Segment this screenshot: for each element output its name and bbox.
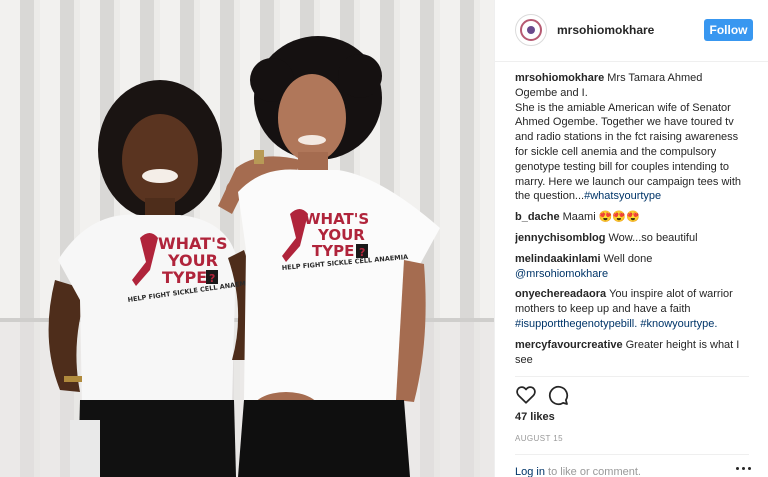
post-header: mrsohiomokhare Follow [495,0,768,62]
likes-count[interactable]: 47 likes [515,411,555,423]
divider [515,454,749,455]
caption-username[interactable]: mrsohiomokhare [515,72,604,84]
comment-username[interactable]: melindaakinlami [515,253,601,265]
comment-hashtags[interactable]: #isupportthegenotypebill. #knowyourtype. [515,317,753,332]
caption-line: marry. Here we launch our campaign tees … [515,175,742,188]
list-item: jennychisomblog Wow...so beautiful [515,231,753,246]
avatar-dot [527,26,535,34]
list-item: onyechereadaora You inspire alot of warri… [515,287,753,331]
photo-illustration: WHAT'S YOUR TYPE ? HELP FIGHT SICKLE CEL… [0,36,494,477]
list-item: mercyfavourcreative Greater height is wha… [515,338,753,368]
post-side-panel: mrsohiomokhare Follow mrsohiomokhare Mrs … [494,0,768,477]
comment-text: Well done [603,252,653,265]
caption-line: She is the amiable American wife of Sena… [515,101,731,114]
comments-list: mrsohiomokhare Mrs Tamara Ahmed Ogembe an… [515,71,753,371]
list-item: b_dache Maami 😍😍😍 [515,210,753,225]
comment-text: Maami 😍😍😍 [562,211,640,224]
caption-line: Ogembe and I. [515,86,588,99]
comment-text: Wow...so beautiful [608,231,698,244]
caption-hashtag[interactable]: #whatsyourtype [584,190,661,202]
caption-line: genotype testing bill for couples intend… [515,160,730,173]
comment-mention[interactable]: @mrsohiomokhare [515,267,753,282]
caption-line: Ahmed Ogembe. Together we have toured tv [515,116,734,129]
caption-line: and radio stations in the fct raising aw… [515,131,739,144]
comment-username[interactable]: jennychisomblog [515,232,605,244]
list-item: melindaakinlami Well done @mrsohiomokhare [515,252,753,282]
caption-line: the question... [515,190,585,203]
more-options-icon[interactable] [735,462,753,474]
comment-text: You inspire alot of warrior [609,288,733,301]
comment-text: mothers to keep up and have a faith [515,303,691,316]
caption-line: Mrs Tamara Ahmed [607,72,703,84]
footer-text: to like or comment. [544,466,641,477]
left-tee-line3: TYPE [162,268,207,287]
comment-text: see [515,353,533,366]
comment-username[interactable]: mercyfavourcreative [515,339,623,351]
heart-icon[interactable] [515,384,539,408]
comment-username[interactable]: onyechereadaora [515,288,606,300]
caption: mrsohiomokhare Mrs Tamara Ahmed Ogembe an… [515,71,753,204]
comment-username[interactable]: b_dache [515,211,560,223]
follow-button[interactable]: Follow [704,19,753,41]
avatar[interactable] [515,14,547,46]
header-username[interactable]: mrsohiomokhare [557,23,654,37]
caption-line: for sickle cell anemia and the compulsor… [515,145,717,158]
login-link[interactable]: Log in [515,466,545,477]
login-footer: Log in to like or comment. [515,466,641,477]
post-date: AUGUST 15 [515,434,563,443]
comment-text: Greater height is what I [625,338,740,351]
divider [515,376,749,377]
post-photo[interactable]: WHAT'S YOUR TYPE ? HELP FIGHT SICKLE CEL… [0,0,494,477]
speech-bubble-icon[interactable] [547,384,571,408]
